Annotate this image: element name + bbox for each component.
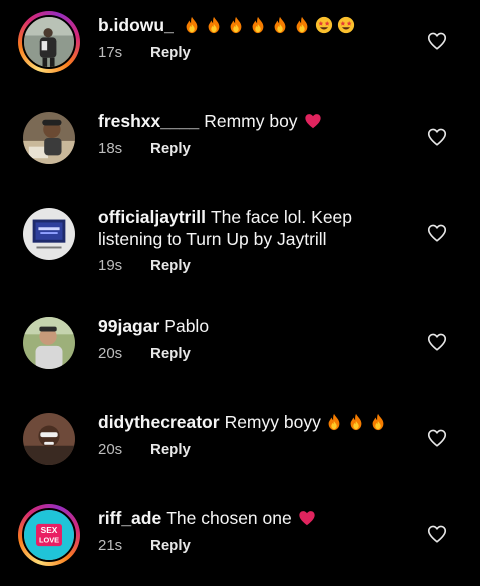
comment-meta: 17s Reply [98,44,191,61]
comment-text: b.idowu_ [98,14,398,36]
emoji-row [321,412,387,432]
fire-emoji [372,413,384,431]
star-struck-emoji [315,16,332,34]
comment-meta: 19s Reply [98,257,191,274]
avatar-wrap[interactable] [18,312,80,374]
avatar[interactable] [23,112,75,164]
avatar[interactable]: SEX LOVE [22,508,76,562]
comment-item: b.idowu_ 17s Reply [0,8,480,88]
comment-body: Remyy boyy [224,412,321,432]
avatar-wrap[interactable] [18,203,80,265]
fire-emoji [296,16,308,34]
comment-text: 99jagar Pablo [98,315,398,337]
comment-username[interactable]: b.idowu_ [98,15,174,35]
comment-meta: 21s Reply [98,537,191,554]
fire-emoji [208,16,220,34]
comment-text: didythecreator Remyy boyy [98,411,398,433]
fire-emoji [186,16,198,34]
avatar[interactable] [23,317,75,369]
heart-outline-icon[interactable] [426,222,448,244]
comment-username[interactable]: riff_ade [98,508,161,528]
star-struck-emoji [337,16,354,34]
avatar-logo-text: LOVE [39,535,59,544]
comment-item: freshxx____ Remmy boy 18s Reply [0,104,480,184]
comment-item: SEX LOVE riff_ade The chosen one 21s Reply [0,501,480,581]
reply-button[interactable]: Reply [150,537,191,554]
avatar[interactable] [23,413,75,465]
heart-outline-icon[interactable] [426,427,448,449]
comment-text: freshxx____ Remmy boy [98,110,398,132]
avatar-wrap[interactable] [18,408,80,470]
comment-text: riff_ade The chosen one [98,507,398,529]
reply-button[interactable]: Reply [150,441,191,458]
avatar[interactable] [22,15,76,69]
fire-emoji [252,16,264,34]
red-heart-emoji [299,511,315,526]
avatar-story-ring[interactable]: SEX LOVE [18,504,80,566]
fire-emoji [274,16,286,34]
comment-meta: 20s Reply [98,441,191,458]
comment-body: The chosen one [166,508,292,528]
heart-outline-icon[interactable] [426,331,448,353]
comment-item: 99jagar Pablo 20s Reply [0,309,480,389]
heart-outline-icon[interactable] [426,126,448,148]
comment-body: Pablo [164,316,210,336]
comment-username[interactable]: officialjaytrill [98,207,206,227]
fire-emoji [230,16,242,34]
comment-item: officialjaytrill The face lol. Keep liste… [0,200,480,280]
reply-button[interactable]: Reply [150,44,191,61]
reply-button[interactable]: Reply [150,257,191,274]
comment-item: didythecreator Remyy boyy 20s Reply [0,405,480,485]
avatar-logo-text: SEX [41,525,58,535]
emoji-row [179,15,355,35]
comment-timestamp: 19s [98,257,123,274]
fire-emoji [328,413,340,431]
comment-body: Remmy boy [204,111,298,131]
heart-outline-icon[interactable] [426,30,448,52]
comment-meta: 18s Reply [98,140,191,157]
red-heart-emoji [304,114,321,129]
reply-button[interactable]: Reply [150,140,191,157]
comment-username[interactable]: freshxx____ [98,111,199,131]
fire-emoji [350,413,362,431]
comment-timestamp: 18s [98,140,123,157]
comment-username[interactable]: 99jagar [98,316,159,336]
comment-timestamp: 17s [98,44,123,61]
comment-text: officialjaytrill The face lol. Keep liste… [98,206,398,250]
comment-username[interactable]: didythecreator [98,412,220,432]
avatar-wrap[interactable] [18,107,80,169]
comment-timestamp: 21s [98,537,123,554]
comment-timestamp: 20s [98,345,123,362]
comment-meta: 20s Reply [98,345,191,362]
comment-timestamp: 20s [98,441,123,458]
avatar-story-ring[interactable] [18,11,80,73]
reply-button[interactable]: Reply [150,345,191,362]
heart-outline-icon[interactable] [426,523,448,545]
avatar[interactable] [23,208,75,260]
